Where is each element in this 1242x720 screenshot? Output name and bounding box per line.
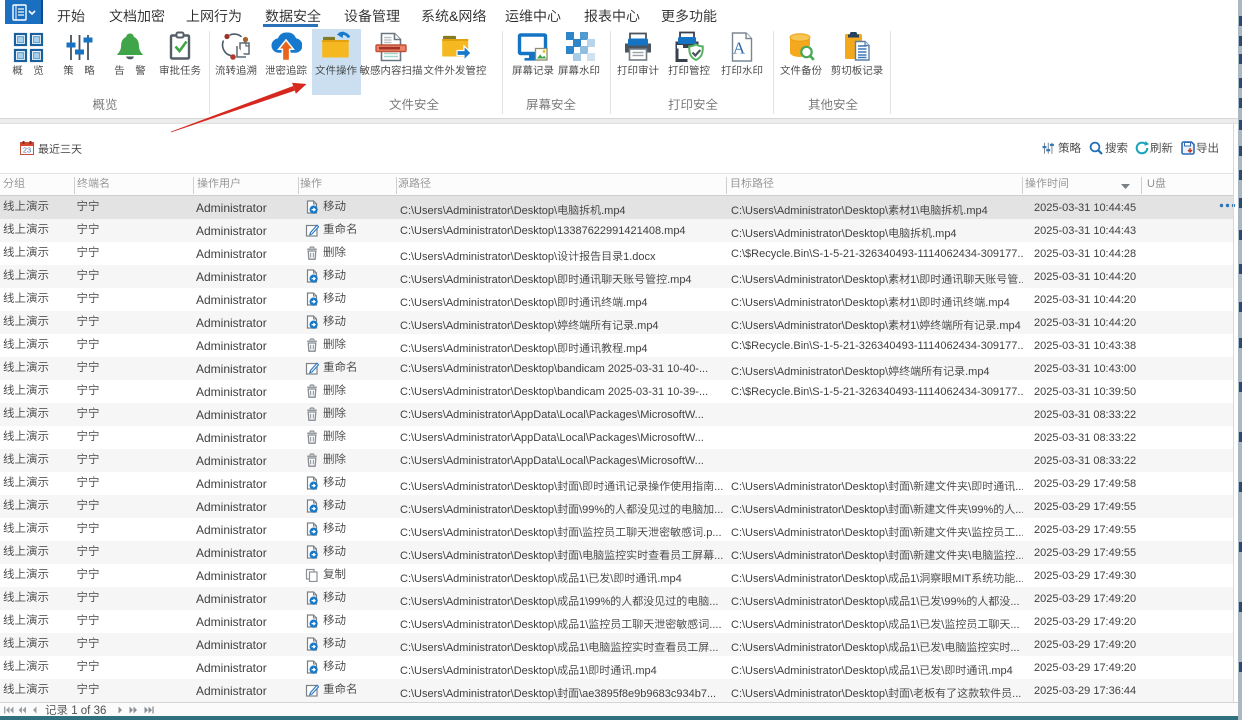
svg-text:A: A <box>733 39 746 58</box>
svg-text:23: 23 <box>23 146 31 155</box>
